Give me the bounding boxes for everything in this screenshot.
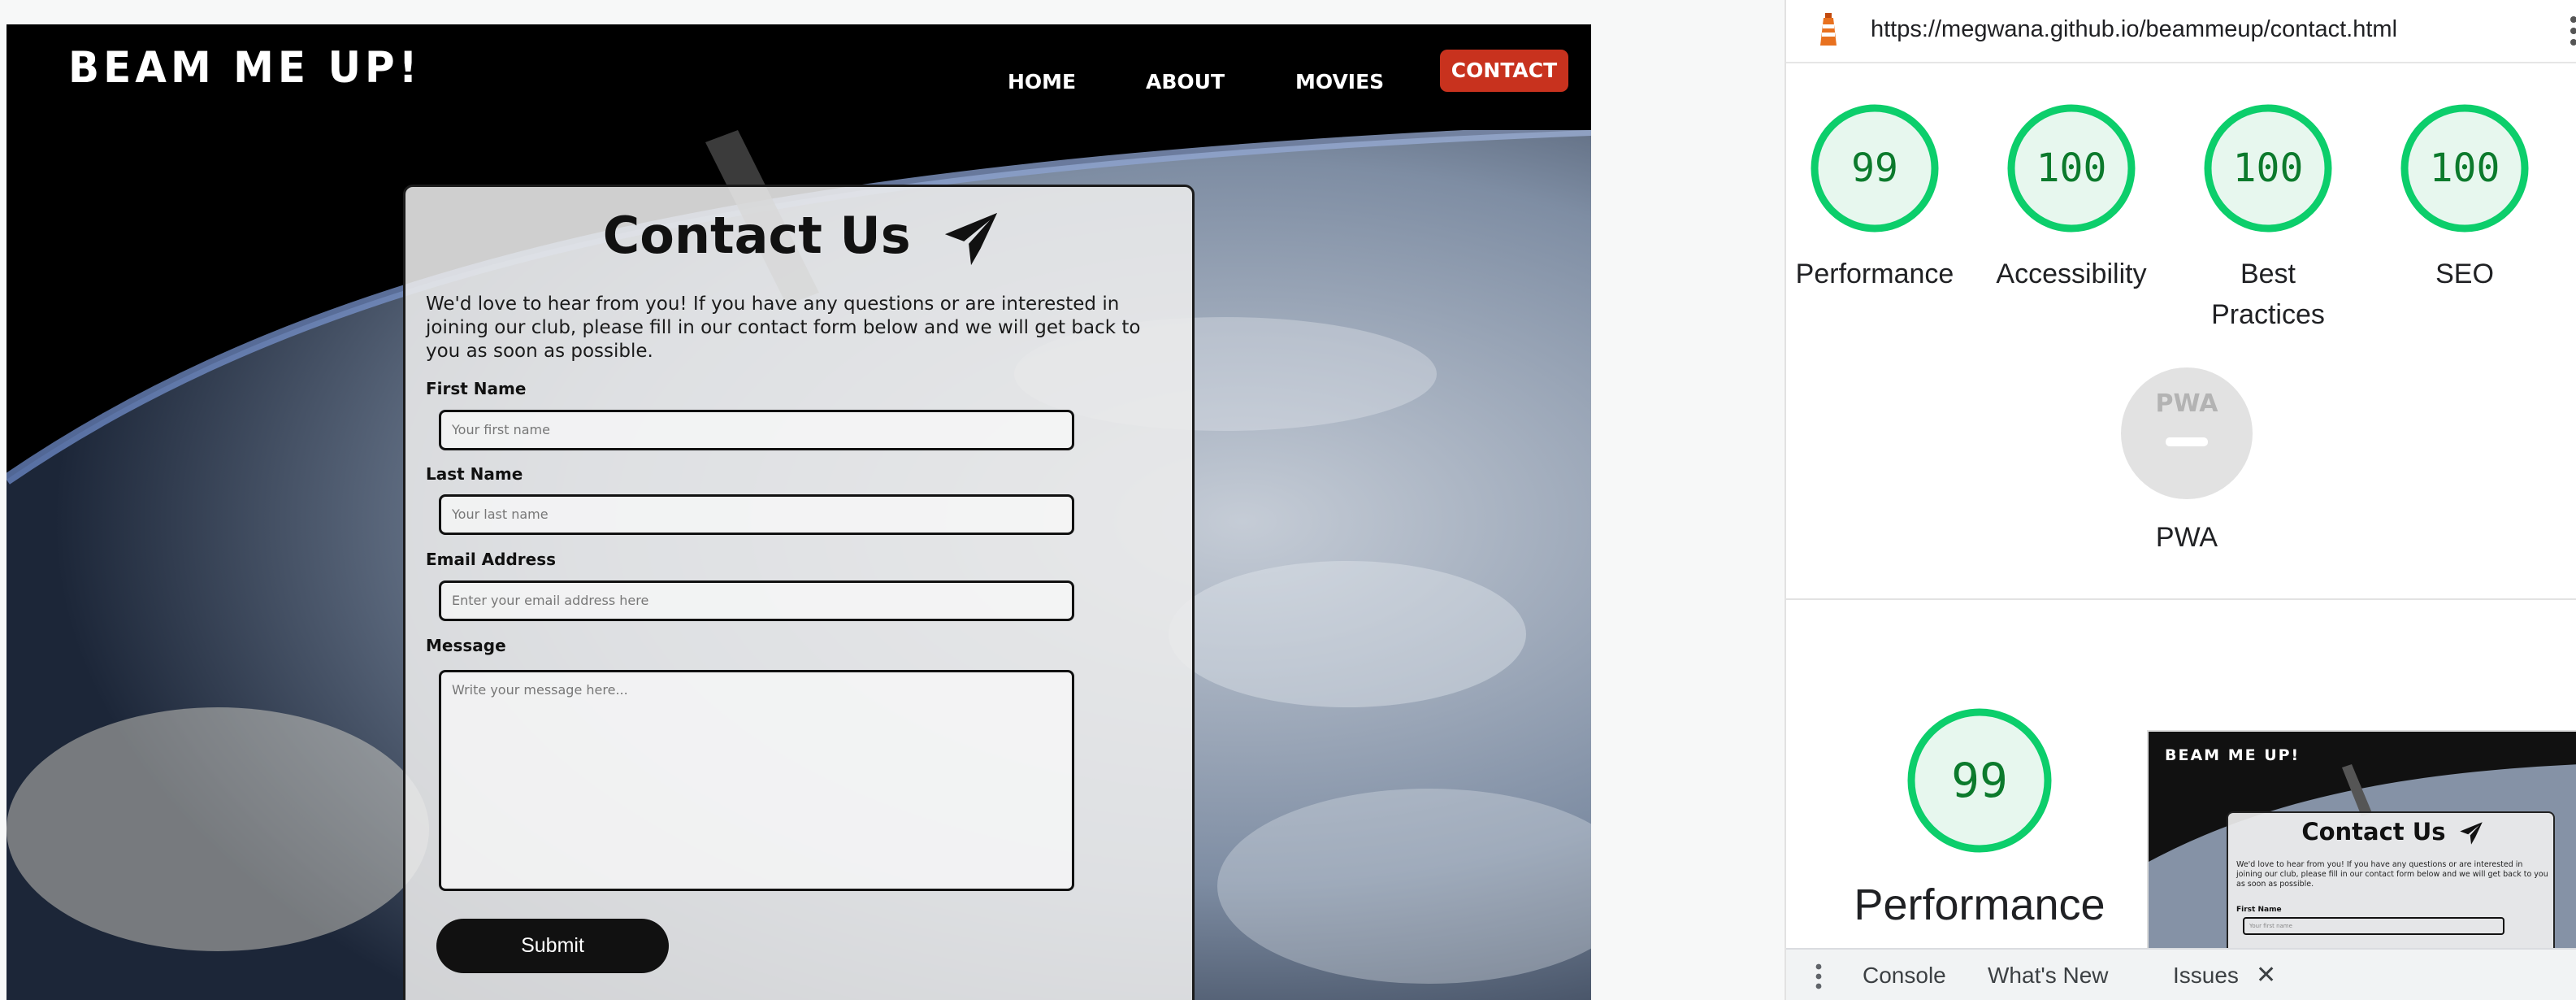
seo-label: SEO <box>2435 259 2494 289</box>
thumbnail-intro: We'd love to hear from you! If you have … <box>2236 860 2548 889</box>
site-preview: BEAM ME UP! HOME ABOUT MOVIES CONTACT Co… <box>7 24 1591 1000</box>
thumbnail-title-text: Contact Us <box>2301 818 2446 846</box>
contact-title-text: Contact Us <box>602 206 911 265</box>
page-screenshot-thumbnail: BEAM ME UP! Contact Us We'd love to hear… <box>2147 730 2576 950</box>
best-practices-label: Best Practices <box>2211 259 2325 330</box>
thumbnail-paper-plane-icon <box>2459 822 2483 845</box>
nav-about-link[interactable]: ABOUT <box>1146 70 1225 93</box>
submit-button[interactable]: Submit <box>436 919 669 973</box>
performance-summary-label: Performance <box>1854 880 2105 929</box>
pwa-badge-text: PWA <box>2156 389 2219 418</box>
thumbnail-logo: BEAM ME UP! <box>2165 746 2301 764</box>
message-textarea[interactable]: Write your message here... <box>439 670 1074 891</box>
email-label: Email Address <box>426 550 557 569</box>
tab-issues[interactable]: Issues <box>2173 963 2239 989</box>
performance-label: Performance <box>1795 259 1954 289</box>
nav-contact-link[interactable]: CONTACT <box>1440 50 1568 92</box>
site-logo[interactable]: BEAM ME UP! <box>68 43 422 93</box>
audited-url[interactable]: https://megwana.github.io/beammeup/conta… <box>1871 16 2397 43</box>
contact-intro-text: We'd love to hear from you! If you have … <box>426 293 1141 362</box>
devtools-panel: https://megwana.github.io/beammeup/conta… <box>1785 0 2576 1000</box>
drawer-menu-icon[interactable] <box>1815 963 1822 990</box>
contact-form-card: Contact Us We'd love to hear from you! I… <box>403 185 1195 1000</box>
lighthouse-url-bar: https://megwana.github.io/beammeup/conta… <box>1786 0 2576 63</box>
last-name-input[interactable]: Your last name <box>439 494 1074 535</box>
best-practices-score: 100 <box>2232 146 2304 191</box>
tab-console[interactable]: Console <box>1863 963 1946 989</box>
seo-score: 100 <box>2429 146 2500 191</box>
accessibility-score: 100 <box>2036 146 2107 191</box>
accessibility-label: Accessibility <box>1996 259 2147 289</box>
site-navbar: BEAM ME UP! HOME ABOUT MOVIES CONTACT <box>7 24 1591 130</box>
pwa-badge-icon[interactable]: PWA <box>2121 367 2253 499</box>
nav-home-link[interactable]: HOME <box>1008 70 1076 93</box>
devtools-drawer: Console What's New Issues ✕ <box>1786 948 2576 1000</box>
more-options-icon[interactable] <box>2569 15 2576 47</box>
thumbnail-contact-card: Contact Us We'd love to hear from you! I… <box>2227 811 2556 948</box>
nav-movies-link[interactable]: MOVIES <box>1295 70 1384 93</box>
lighthouse-icon <box>1820 13 1837 46</box>
section-divider <box>1786 598 2576 600</box>
last-name-label: Last Name <box>426 464 523 484</box>
paper-plane-icon <box>945 212 998 265</box>
email-input[interactable]: Enter your email address here <box>439 580 1074 621</box>
message-label: Message <box>426 636 506 655</box>
pwa-label: PWA <box>2155 522 2218 553</box>
performance-score: 99 <box>1851 146 1898 191</box>
contact-title: Contact Us <box>405 206 1197 267</box>
close-icon[interactable]: ✕ <box>2256 961 2276 989</box>
first-name-label: First Name <box>426 379 527 398</box>
thumbnail-title: Contact Us <box>2228 818 2556 846</box>
tab-whats-new[interactable]: What's New <box>1988 963 2109 989</box>
first-name-input[interactable]: Your first name <box>439 410 1074 450</box>
performance-summary-score: 99 <box>1951 753 2008 808</box>
thumbnail-first-name-input: Your first name <box>2243 917 2504 935</box>
thumbnail-first-name-label: First Name <box>2236 906 2282 914</box>
